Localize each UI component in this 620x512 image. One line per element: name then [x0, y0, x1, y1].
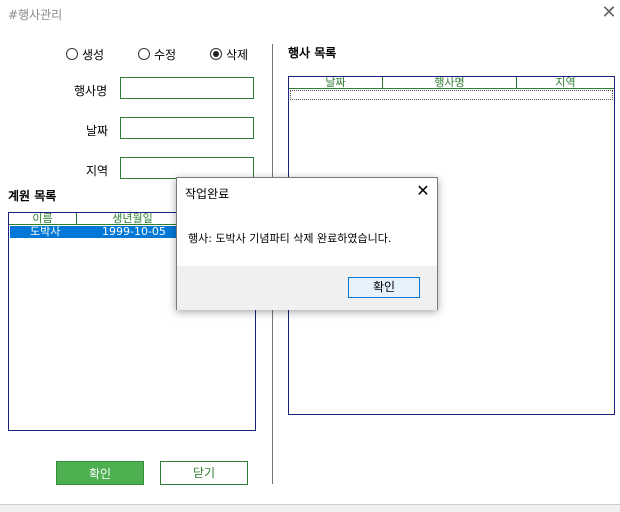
dialog-title: 작업완료	[185, 187, 230, 201]
radio-edit[interactable]: 수정	[138, 46, 176, 62]
radio-create-indicator	[66, 48, 78, 60]
event-name-input[interactable]	[120, 77, 254, 99]
date-input[interactable]	[120, 117, 254, 139]
window-title: #행사관리	[8, 8, 63, 22]
region-label: 지역	[86, 164, 109, 178]
region-input[interactable]	[120, 157, 254, 179]
window-close-icon[interactable]: ✕	[598, 2, 620, 24]
event-list-focus-row[interactable]	[290, 90, 613, 100]
confirm-button[interactable]: 확인	[56, 461, 144, 485]
radio-edit-indicator	[138, 48, 150, 60]
date-label: 날짜	[86, 124, 109, 138]
event-col-name[interactable]: 행사명	[383, 77, 517, 89]
radio-delete-label: 삭제	[226, 47, 249, 62]
event-col-region[interactable]: 지역	[517, 77, 614, 89]
dialog-ok-button[interactable]: 확인	[348, 277, 420, 298]
member-row-name: 도박사	[30, 225, 61, 238]
member-col-name[interactable]: 이름	[9, 213, 77, 225]
member-list-title: 계원 목록	[8, 189, 57, 203]
member-col-birth[interactable]: 생년월일	[77, 213, 189, 225]
member-row-birth: 1999-10-05	[102, 225, 166, 238]
radio-delete[interactable]: 삭제	[210, 46, 248, 62]
event-col-date[interactable]: 날짜	[289, 77, 383, 89]
completion-dialog: 작업완료 ✕ 행사: 도박사 기념파티 삭제 완료하였습니다. 확인	[176, 177, 438, 310]
radio-edit-label: 수정	[154, 47, 177, 62]
dialog-message: 행사: 도박사 기념파티 삭제 완료하였습니다.	[188, 232, 392, 245]
radio-delete-indicator	[210, 48, 222, 60]
dialog-close-icon[interactable]: ✕	[413, 181, 433, 201]
event-name-label: 행사명	[74, 84, 108, 98]
event-list-title: 행사 목록	[288, 46, 337, 60]
close-button[interactable]: 닫기	[160, 461, 248, 485]
radio-create-label: 생성	[82, 47, 105, 62]
radio-create[interactable]: 생성	[66, 46, 104, 62]
